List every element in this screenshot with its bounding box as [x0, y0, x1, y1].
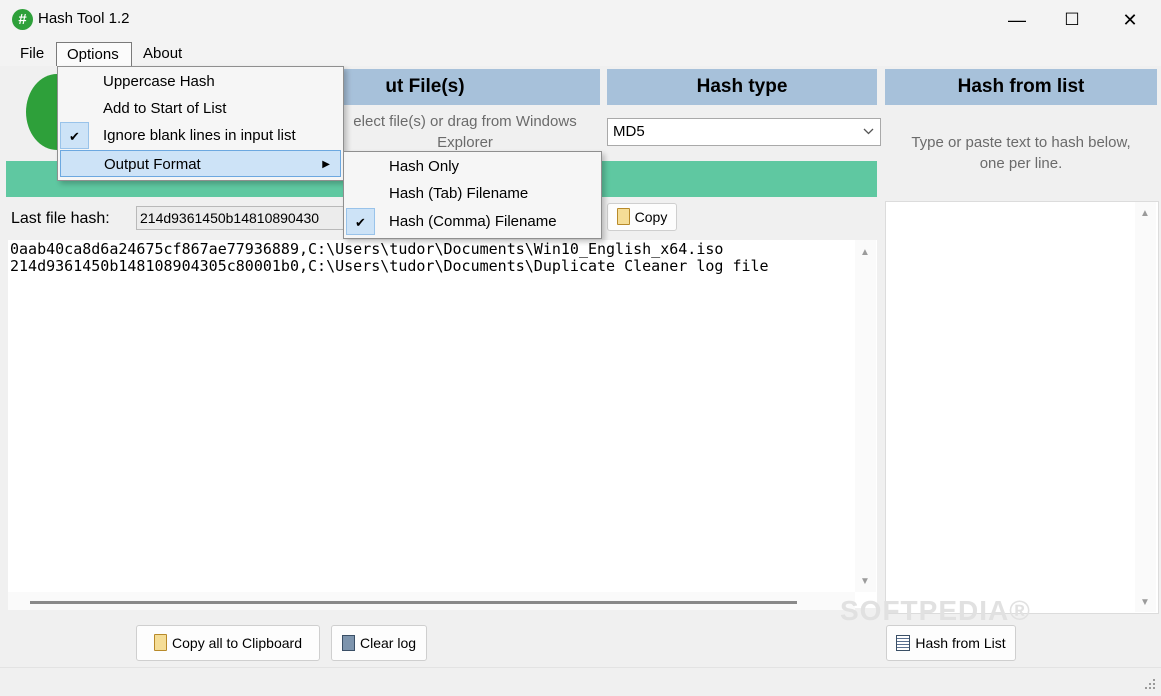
window-title: Hash Tool 1.2 [38, 10, 130, 27]
hash-list-hint: Type or paste text to hash below, one pe… [885, 132, 1157, 174]
close-button[interactable]: ✕ [1103, 0, 1157, 40]
hash-list-scrollbar[interactable] [1135, 202, 1156, 612]
input-hint-line1: elect file(s) or drag from Windows [353, 113, 577, 130]
menu-item-hash-only[interactable]: Hash Only [346, 153, 599, 180]
output-format-submenu: Hash Only Hash (Tab) Filename ✔ Hash (Co… [343, 151, 602, 239]
input-files-hint[interactable]: elect file(s) or drag from Windows Explo… [330, 111, 600, 153]
menu-about[interactable]: About [133, 42, 192, 66]
menu-item-label: Hash Only [389, 158, 460, 175]
menu-item-add-to-start[interactable]: Add to Start of List [60, 95, 341, 122]
menu-item-label: Hash (Tab) Filename [389, 185, 529, 202]
log-line: 0aab40ca8d6a24675cf867ae77936889,C:\User… [10, 240, 724, 258]
scroll-up-icon[interactable]: ▲ [860, 247, 870, 258]
hash-type-select[interactable]: MD5 [607, 118, 881, 146]
log-vertical-scrollbar[interactable] [855, 240, 876, 592]
menu-item-output-format[interactable]: Output Format ▶ [60, 150, 341, 177]
menu-item-hash-tab-filename[interactable]: Hash (Tab) Filename [346, 180, 599, 207]
hash-from-list-header: Hash from list [885, 69, 1157, 105]
scroll-up-icon[interactable]: ▲ [1140, 208, 1150, 219]
hash-type-header: Hash type [607, 69, 877, 105]
menu-options[interactable]: Options [56, 42, 132, 67]
scroll-thumb[interactable] [30, 601, 797, 604]
check-placeholder [346, 153, 375, 180]
copy-all-label: Copy all to Clipboard [172, 635, 302, 651]
clipboard-icon [154, 634, 168, 651]
hash-from-list-button[interactable]: Hash from List [886, 625, 1016, 661]
checkmark-icon: ✔ [60, 122, 89, 149]
title-bar [0, 0, 1161, 40]
hash-from-list-label: Hash from List [915, 635, 1006, 651]
trash-icon [341, 635, 355, 651]
scroll-down-icon[interactable]: ▼ [1140, 597, 1150, 608]
hash-type-value: MD5 [613, 123, 645, 140]
submenu-arrow-icon: ▶ [322, 159, 330, 170]
hash-list-textarea[interactable] [885, 201, 1159, 614]
copy-button-label: Copy [634, 209, 668, 225]
menu-item-label: Output Format [104, 156, 201, 173]
app-hash-icon: # [12, 9, 33, 30]
last-file-hash-label: Last file hash: [11, 210, 110, 227]
list-icon [896, 635, 911, 651]
options-menu: Uppercase Hash Add to Start of List ✔ Ig… [57, 66, 344, 181]
menu-item-label: Uppercase Hash [103, 73, 215, 90]
hash-list-hint-line2: one per line. [979, 155, 1063, 172]
scroll-down-icon[interactable]: ▼ [860, 576, 870, 587]
checkmark-icon: ✔ [346, 208, 375, 235]
check-placeholder [60, 68, 89, 95]
menu-item-ignore-blank-lines[interactable]: ✔ Ignore blank lines in input list [60, 122, 341, 149]
copy-all-button[interactable]: Copy all to Clipboard [136, 625, 320, 661]
log-line: 214d9361450b148108904305c80001b0,C:\User… [10, 257, 769, 275]
menu-item-label: Add to Start of List [103, 100, 227, 117]
hash-list-hint-line1: Type or paste text to hash below, [911, 134, 1131, 151]
clear-log-button[interactable]: Clear log [331, 625, 427, 661]
menu-item-label: Ignore blank lines in input list [103, 127, 296, 144]
maximize-button[interactable]: ☐ [1045, 0, 1099, 40]
menu-file[interactable]: File [10, 42, 54, 66]
log-output[interactable] [8, 240, 877, 608]
resize-grip-icon[interactable] [1144, 678, 1156, 690]
menu-item-label: Hash (Comma) Filename [389, 213, 557, 230]
last-file-hash-field[interactable]: 214d9361450b14810890430 [136, 206, 353, 230]
softpedia-watermark: SOFTPEDIA® [840, 595, 1031, 626]
check-placeholder [60, 95, 89, 122]
minimize-button[interactable]: — [990, 0, 1044, 40]
copy-button[interactable]: Copy [607, 203, 677, 231]
status-bar [0, 667, 1161, 696]
chevron-down-icon [863, 128, 874, 135]
clipboard-icon [616, 208, 630, 225]
input-hint-line2: Explorer [437, 134, 493, 151]
check-placeholder [346, 180, 375, 207]
clear-log-label: Clear log [359, 635, 417, 651]
menu-item-hash-comma-filename[interactable]: ✔ Hash (Comma) Filename [346, 208, 599, 235]
menu-item-uppercase-hash[interactable]: Uppercase Hash [60, 68, 341, 95]
